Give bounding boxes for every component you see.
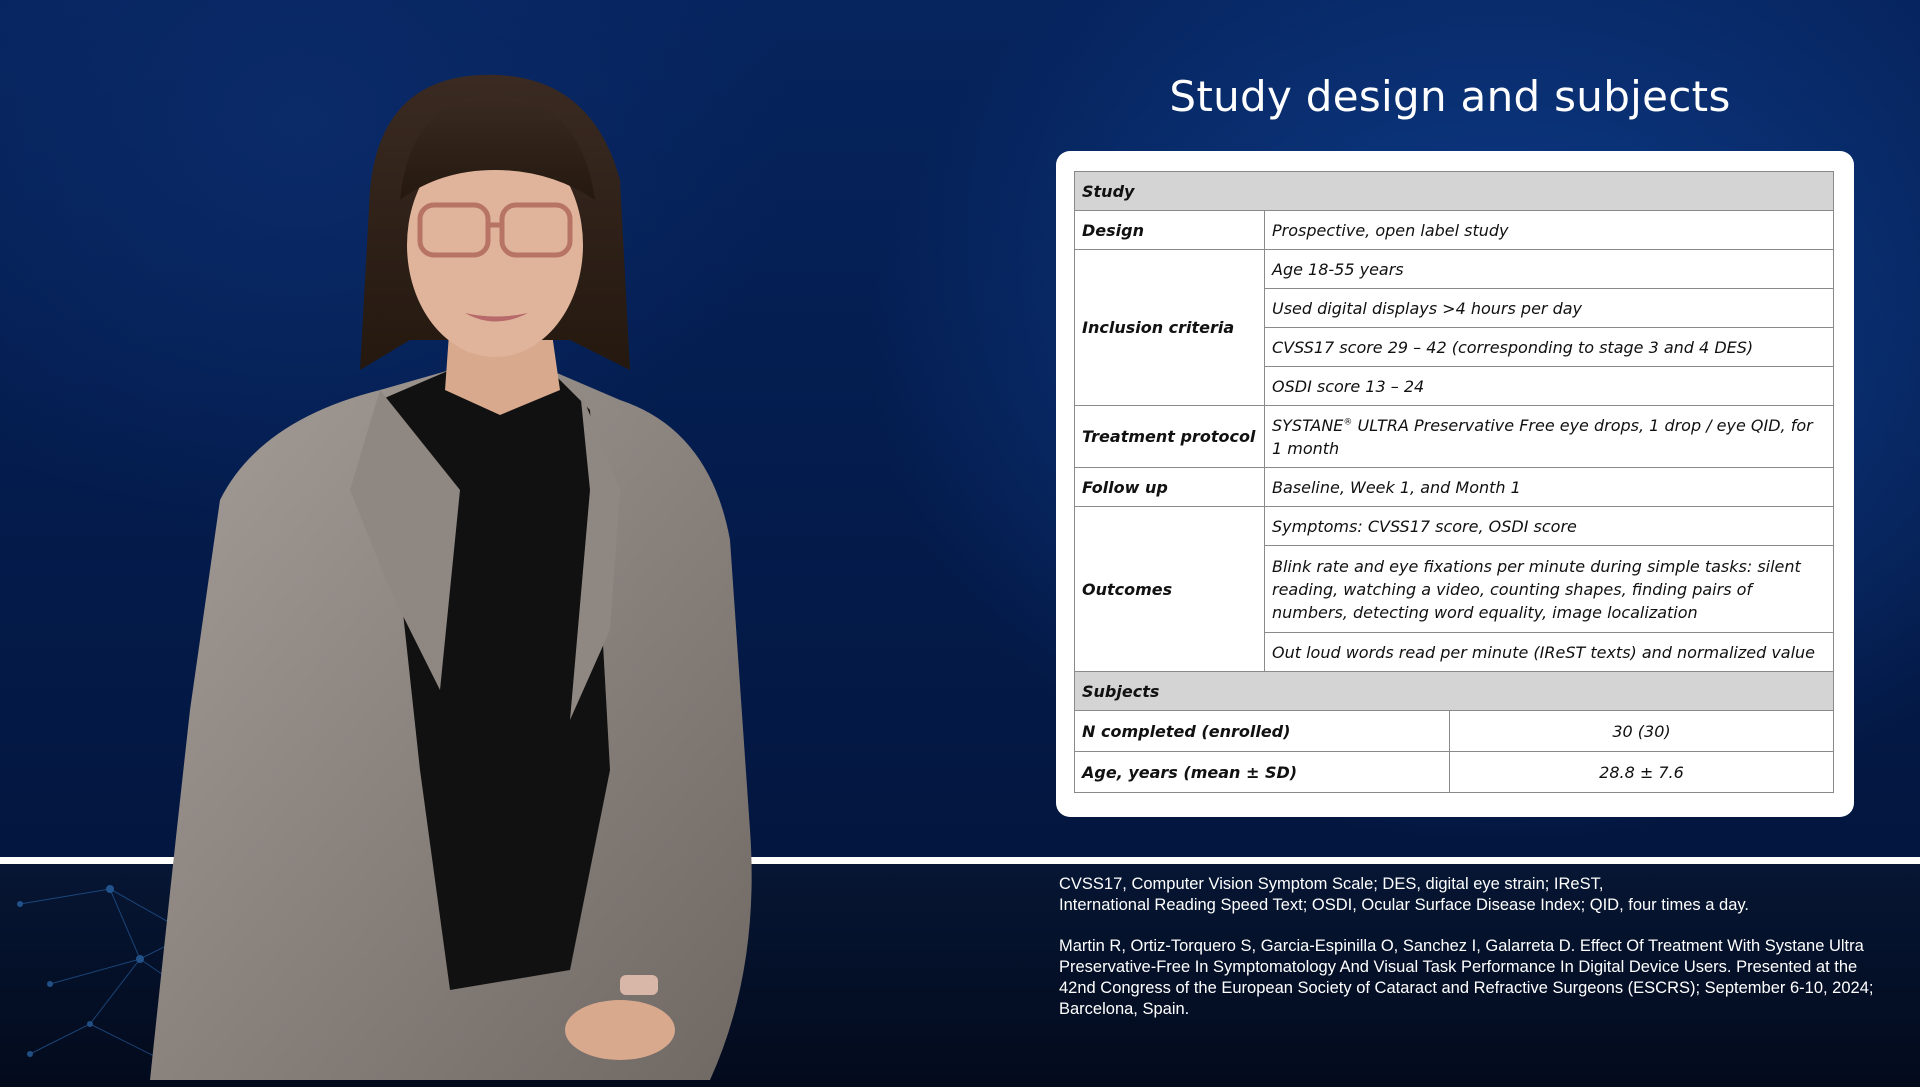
inclusion-label: Inclusion criteria	[1074, 249, 1265, 406]
table-row: Treatment protocol SYSTANE® ULTRA Preser…	[1074, 405, 1834, 468]
table-row: Subjects	[1074, 671, 1834, 711]
outcomes-label: Outcomes	[1074, 506, 1265, 672]
outcomes-item: Out loud words read per minute (IReST te…	[1264, 632, 1834, 672]
study-section-header: Study	[1074, 171, 1834, 211]
table-row: N completed (enrolled) 30 (30)	[1074, 710, 1834, 752]
table-row: Design Prospective, open label study	[1074, 210, 1834, 250]
presenter-figure	[150, 74, 752, 1080]
n-completed-value: 30 (30)	[1449, 710, 1834, 752]
abbreviations-line-2: International Reading Speed Text; OSDI, …	[1059, 896, 1749, 914]
treatment-brand: SYSTANE	[1272, 415, 1344, 435]
design-label: Design	[1074, 210, 1265, 250]
reference-citation: Martin R, Ortiz-Torquero S, Garcia-Espin…	[1059, 937, 1874, 1018]
followup-value: Baseline, Week 1, and Month 1	[1264, 467, 1834, 507]
design-value: Prospective, open label study	[1264, 210, 1834, 250]
slide-title: Study design and subjects	[1169, 72, 1731, 121]
table-row: Age, years (mean ± SD) 28.8 ± 7.6	[1074, 751, 1834, 793]
table-row: Inclusion criteria Age 18-55 years	[1074, 249, 1834, 406]
treatment-label: Treatment protocol	[1074, 405, 1265, 468]
footnotes: CVSS17, Computer Vision Symptom Scale; D…	[1059, 874, 1889, 1040]
n-completed-label: N completed (enrolled)	[1074, 710, 1450, 752]
subjects-section-header: Subjects	[1074, 671, 1834, 711]
inclusion-item: Age 18-55 years	[1264, 249, 1834, 289]
treatment-text: ULTRA Preservative Free eye drops, 1 dro…	[1272, 415, 1813, 458]
outcomes-item: Blink rate and eye fixations per minute …	[1264, 545, 1834, 633]
outcomes-item: Symptoms: CVSS17 score, OSDI score	[1264, 506, 1834, 546]
study-table-card: Study Design Prospective, open label stu…	[1056, 151, 1854, 817]
table-row: Study	[1074, 171, 1834, 211]
abbreviations-line-1: CVSS17, Computer Vision Symptom Scale; D…	[1059, 875, 1604, 893]
inclusion-item: CVSS17 score 29 – 42 (corresponding to s…	[1264, 327, 1834, 367]
table-row: Follow up Baseline, Week 1, and Month 1	[1074, 467, 1834, 507]
table-row: Outcomes Symptoms: CVSS17 score, OSDI sc…	[1074, 506, 1834, 672]
followup-label: Follow up	[1074, 467, 1265, 507]
inclusion-item: Used digital displays >4 hours per day	[1264, 288, 1834, 328]
abbreviations-footnote: CVSS17, Computer Vision Symptom Scale; D…	[1059, 874, 1889, 916]
study-table: Study Design Prospective, open label stu…	[1074, 171, 1834, 793]
age-label: Age, years (mean ± SD)	[1074, 751, 1450, 793]
age-value: 28.8 ± 7.6	[1449, 751, 1834, 793]
treatment-value: SYSTANE® ULTRA Preservative Free eye dro…	[1264, 405, 1834, 468]
inclusion-item: OSDI score 13 – 24	[1264, 366, 1834, 406]
